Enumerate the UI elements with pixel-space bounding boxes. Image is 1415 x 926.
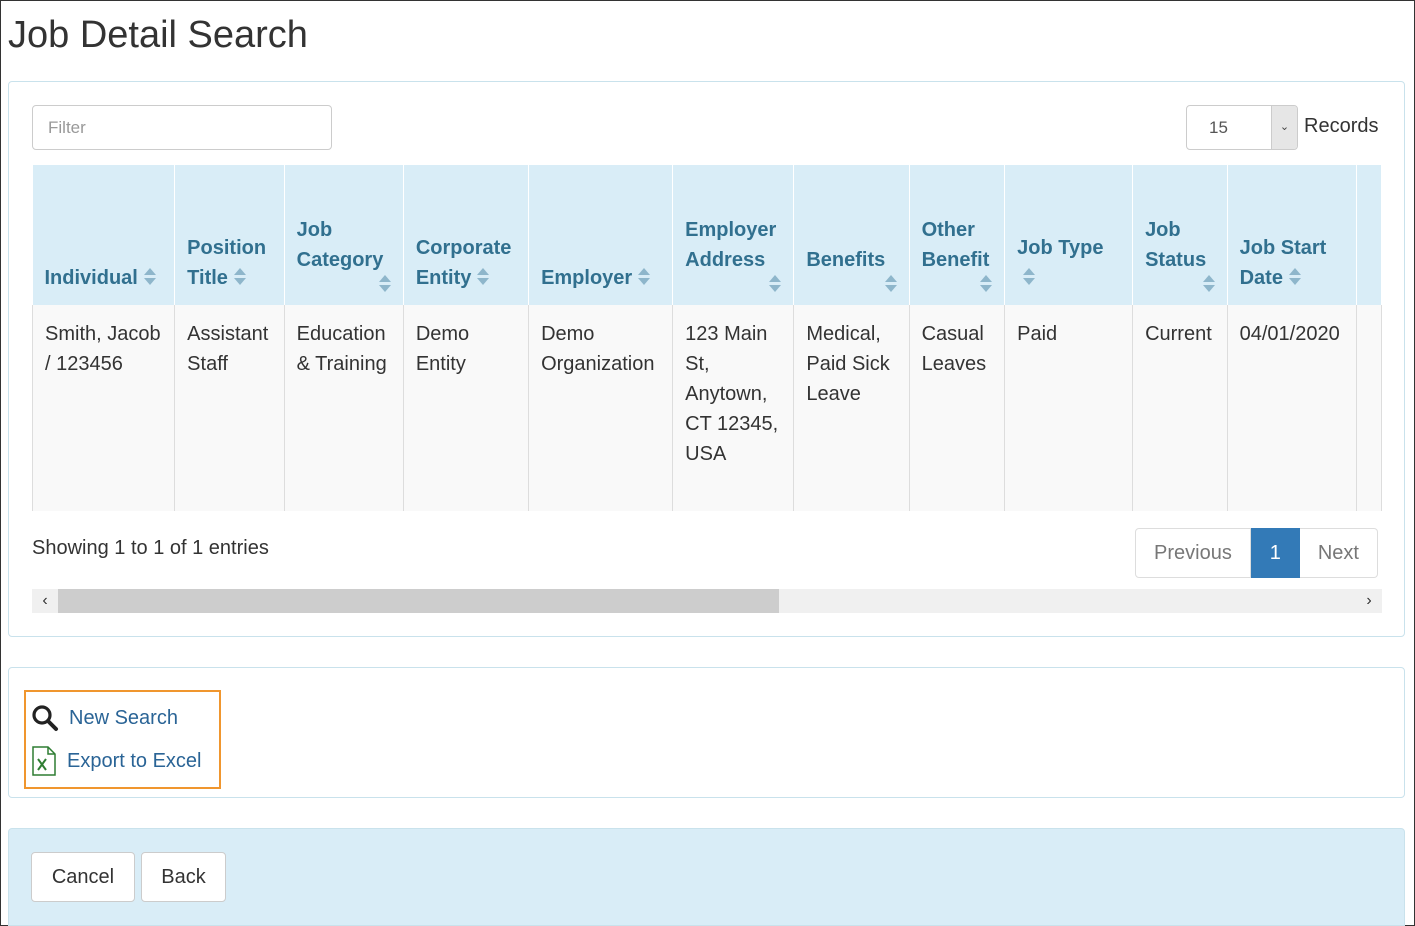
sort-icon[interactable] — [769, 275, 782, 293]
page-title: Job Detail Search — [8, 14, 308, 56]
footer-bar: Cancel Back — [8, 828, 1405, 926]
table-cell: Smith, Jacob / 123456 — [32, 305, 176, 511]
column-header-position-title[interactable]: Position Title — [174, 165, 285, 305]
filter-input[interactable] — [32, 105, 332, 150]
new-search-label: New Search — [69, 706, 178, 729]
column-header-benefits[interactable]: Benefits — [793, 165, 910, 305]
next-page-button[interactable]: Next — [1299, 528, 1378, 578]
table-cell: 04/01/2020 — [1227, 305, 1357, 511]
page-1-button[interactable]: 1 — [1250, 528, 1300, 578]
records-label: Records — [1304, 115, 1379, 137]
records-selected-value: 15 — [1209, 118, 1228, 137]
column-header-individual[interactable]: Individual — [32, 165, 176, 305]
results-table: Individual Position Title Job Category Corp… — [32, 165, 1382, 511]
column-header-job-category[interactable]: Job Category — [284, 165, 404, 305]
back-button[interactable]: Back — [141, 852, 226, 902]
table-cell: Current — [1132, 305, 1228, 511]
export-excel-link[interactable]: Export to Excel — [31, 746, 202, 776]
chevron-down-icon[interactable]: ⌄ — [1271, 106, 1297, 149]
table-cell: Assistant Staff — [174, 305, 285, 511]
horizontal-scrollbar[interactable]: ‹ › — [32, 589, 1382, 613]
sort-icon[interactable] — [233, 268, 246, 286]
table-cell-overflow — [1356, 305, 1382, 511]
column-header-label: Benefits — [806, 249, 886, 271]
table-header-row: Individual Position Title Job Category Corp… — [32, 165, 1382, 305]
export-excel-label: Export to Excel — [67, 749, 202, 772]
sort-icon[interactable] — [1023, 268, 1036, 286]
cancel-button[interactable]: Cancel — [31, 852, 135, 902]
column-header-label: Individual — [44, 267, 138, 289]
results-table-container: Individual Position Title Job Category Corp… — [32, 165, 1382, 511]
column-header-label: Job Type — [1017, 237, 1104, 259]
sort-icon[interactable] — [1202, 275, 1215, 293]
column-header-job-start-date[interactable]: Job Start Date — [1227, 165, 1357, 305]
column-header-label: Corporate Entity — [415, 237, 512, 289]
table-row[interactable]: Smith, Jacob / 123456 Assistant Staff Educ… — [32, 305, 1382, 511]
column-header-label: Other Benefit — [921, 219, 990, 271]
search-icon — [32, 705, 58, 731]
sort-icon[interactable] — [477, 268, 490, 286]
column-header-employer-address[interactable]: Employer Address — [672, 165, 795, 305]
records-per-page-select[interactable]: 15 ⌄ — [1186, 105, 1298, 150]
table-cell: Casual Leaves — [909, 305, 1006, 511]
sort-icon[interactable] — [1288, 268, 1301, 286]
entries-info: Showing 1 to 1 of 1 entries — [32, 537, 269, 559]
table-cell: 123 Main St, Anytown, CT 12345, USA — [672, 305, 795, 511]
column-header-job-status[interactable]: Job Status — [1132, 165, 1228, 305]
column-header-employer[interactable]: Employer — [528, 165, 674, 305]
actions-highlight-box: New Search Export to Excel — [24, 690, 221, 789]
scroll-right-arrow-icon[interactable]: › — [1356, 589, 1382, 613]
previous-page-button[interactable]: Previous — [1135, 528, 1251, 578]
scroll-left-arrow-icon[interactable]: ‹ — [32, 589, 58, 613]
results-panel: 15 ⌄ Records Individual Position Title Job… — [8, 81, 1405, 637]
column-header-job-type[interactable]: Job Type — [1004, 165, 1134, 305]
table-cell: Medical, Paid Sick Leave — [793, 305, 910, 511]
excel-file-icon — [32, 746, 56, 776]
table-cell: Education & Training — [284, 305, 404, 511]
column-header-label: Position Title — [187, 237, 267, 289]
sort-icon[interactable] — [980, 275, 993, 293]
new-search-link[interactable]: New Search — [31, 704, 178, 732]
column-header-label: Job Category — [296, 219, 384, 271]
column-header-label: Job Status — [1145, 219, 1207, 271]
table-body: Smith, Jacob / 123456 Assistant Staff Educ… — [32, 305, 1382, 511]
scrollbar-thumb[interactable] — [58, 589, 779, 613]
column-header-label: Employer Address — [685, 219, 777, 271]
pagination: Previous 1 Next — [1135, 528, 1378, 578]
actions-panel: New Search Export to Excel — [8, 667, 1405, 798]
column-header-corporate-entity[interactable]: Corporate Entity — [403, 165, 530, 305]
column-header-label: Job Start Date — [1239, 237, 1327, 289]
sort-icon[interactable] — [884, 275, 897, 293]
column-header-label: Employer — [541, 267, 633, 289]
column-header-overflow — [1356, 165, 1382, 305]
table-cell: Demo Entity — [403, 305, 530, 511]
sort-icon[interactable] — [143, 268, 156, 286]
table-cell: Demo Organization — [528, 305, 674, 511]
column-header-other-benefit[interactable]: Other Benefit — [909, 165, 1006, 305]
sort-icon[interactable] — [638, 268, 651, 286]
table-cell: Paid — [1004, 305, 1134, 511]
sort-icon[interactable] — [378, 275, 391, 293]
